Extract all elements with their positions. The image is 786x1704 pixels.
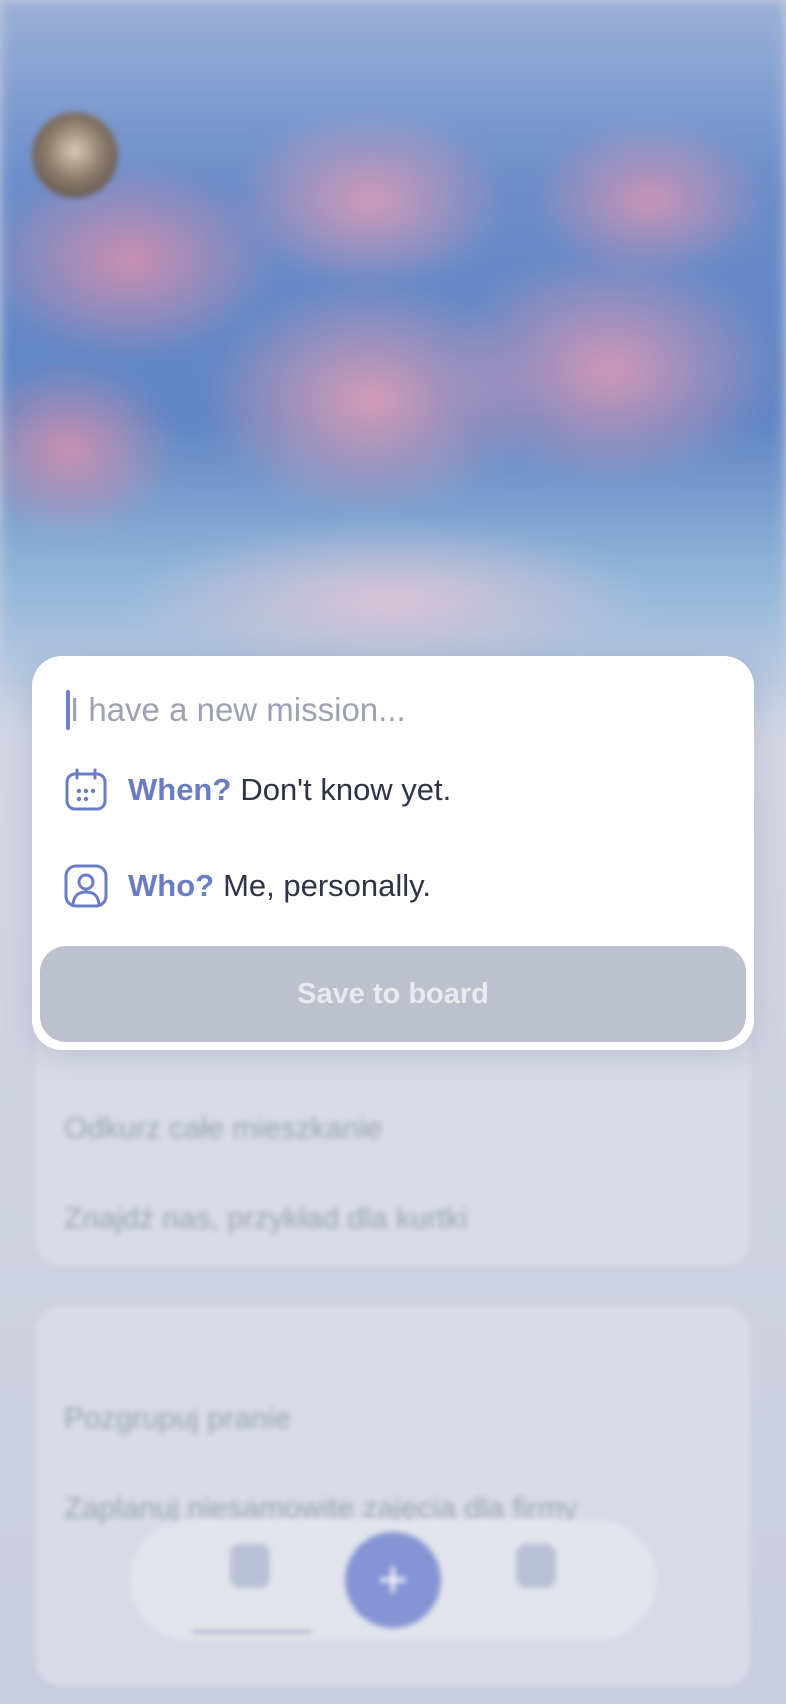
user-icon [62, 862, 110, 910]
save-to-board-button[interactable]: Save to board [40, 946, 746, 1042]
when-value: Don't know yet. [240, 772, 452, 807]
board-icon [230, 1544, 270, 1588]
new-mission-card: When? Don't know yet. Who? Me, personall… [32, 656, 754, 1050]
mission-title-input[interactable] [66, 686, 720, 734]
background-hero-image [0, 0, 786, 760]
calendar-icon [62, 766, 110, 814]
who-label: Who? [128, 868, 215, 903]
who-value: Me, personally. [223, 868, 431, 903]
task-item: Znajdź nas, przykład dla kurtki [64, 1202, 468, 1235]
when-label: When? [128, 772, 232, 807]
who-field[interactable]: Who? Me, personally. [62, 856, 722, 916]
when-field[interactable]: When? Don't know yet. [62, 760, 722, 820]
bottom-nav: + [130, 1520, 656, 1640]
task-item: Odkurz całe mieszkanie [64, 1112, 383, 1145]
user-avatar [32, 112, 118, 198]
add-task-button: + [345, 1532, 441, 1628]
task-item: Pozgrupuj pranie [64, 1402, 291, 1435]
nav-active-indicator [192, 1630, 312, 1634]
profile-icon [516, 1544, 556, 1588]
text-caret [66, 690, 70, 730]
